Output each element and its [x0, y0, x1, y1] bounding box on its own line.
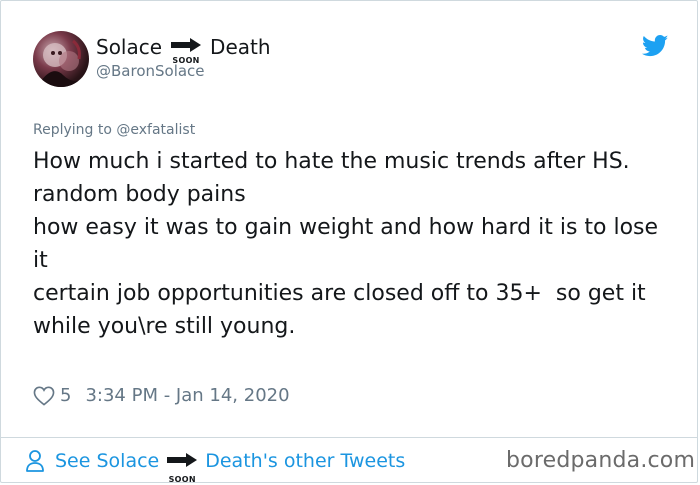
author-name-part1: Solace — [96, 35, 163, 59]
avatar[interactable] — [33, 31, 89, 87]
replying-to: Replying to @exfatalist — [33, 122, 195, 138]
footer-link-prefix: See Solace — [55, 450, 160, 472]
tweet-timestamp[interactable]: 3:34 PM - Jan 14, 2020 — [85, 385, 289, 406]
soon-arrow-icon: SOON — [165, 445, 199, 484]
tweet-meta: 5 3:34 PM - Jan 14, 2020 — [33, 385, 290, 406]
right-arrow-icon — [171, 38, 202, 52]
person-outline-icon — [26, 450, 44, 472]
watermark: boredpanda.com — [506, 448, 696, 473]
twitter-bird-icon[interactable] — [642, 35, 669, 57]
author-name-part2: Death — [210, 35, 271, 59]
footer-link-suffix: Death's other Tweets — [205, 450, 406, 472]
arrow-soon-label: SOON — [168, 475, 196, 484]
replying-prefix: Replying to — [33, 122, 112, 138]
divider — [1, 437, 697, 438]
right-arrow-icon — [167, 453, 198, 467]
tweet-text: How much i started to hate the music tre… — [33, 149, 659, 339]
like-count[interactable]: 5 — [60, 385, 71, 406]
heart-outline-icon[interactable] — [33, 386, 55, 406]
see-other-tweets-link[interactable]: See Solace SOON Death's other Tweets — [25, 445, 405, 484]
author-handle[interactable]: @BaronSolace — [96, 62, 205, 80]
soon-arrow-icon: SOON — [169, 32, 203, 65]
tweet-card: Solace SOON Death @BaronSolace Replying … — [0, 0, 698, 484]
avatar-image — [33, 39, 89, 87]
reply-mention-link[interactable]: @exfatalist — [116, 122, 195, 138]
